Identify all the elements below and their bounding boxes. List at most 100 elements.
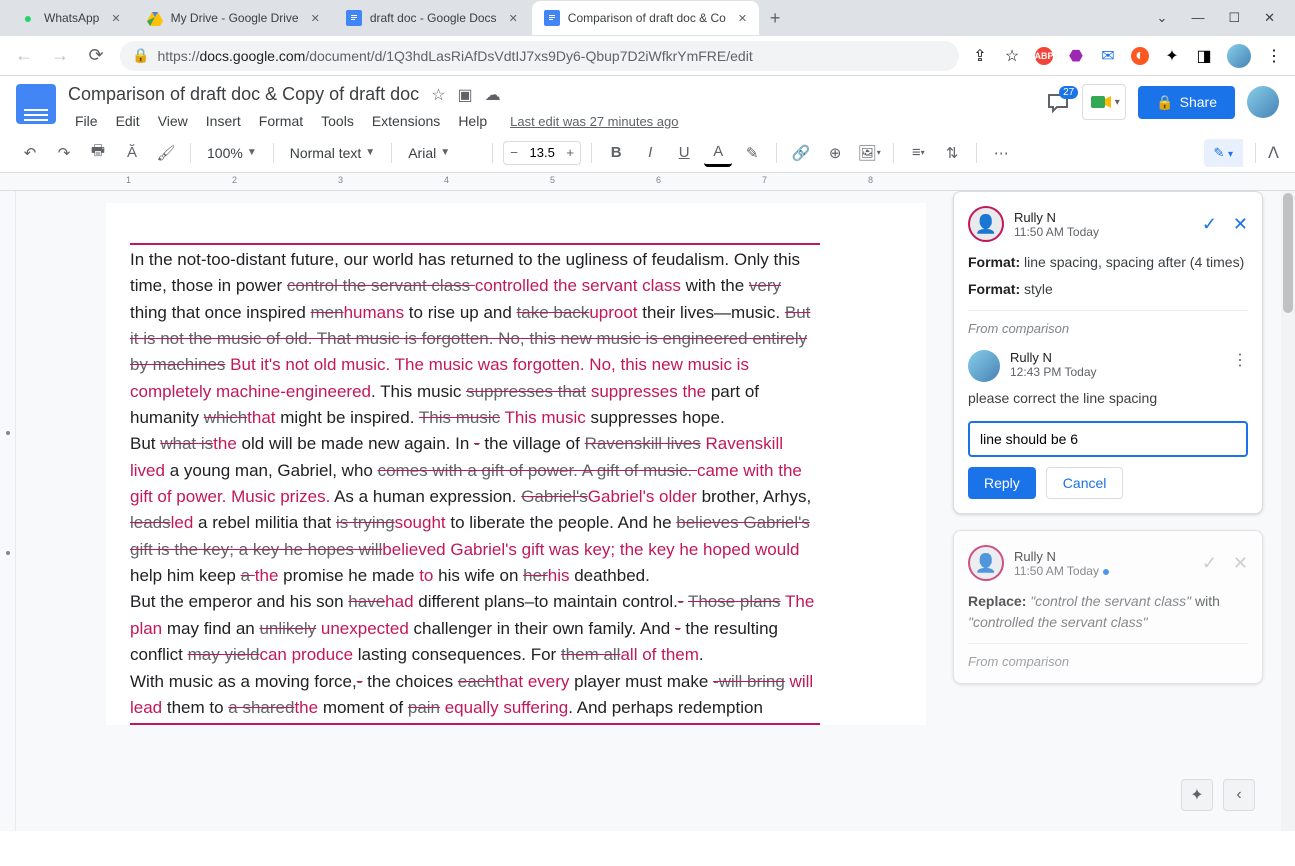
lock-icon: 🔒 [132,47,149,64]
close-icon[interactable]: ✕ [738,12,747,25]
decrease-font-button[interactable]: − [504,145,524,160]
profile-avatar[interactable] [1227,44,1251,68]
docs-icon [544,10,560,26]
font-size-input[interactable] [524,145,560,160]
menu-help[interactable]: Help [451,109,494,133]
cloud-icon[interactable]: ☁ [485,85,501,105]
menu-file[interactable]: File [68,109,105,133]
font-size-control[interactable]: − + [503,141,581,165]
menu-insert[interactable]: Insert [199,109,248,133]
extensions-icon[interactable]: ✦ [1163,47,1181,65]
show-side-panel-button[interactable]: ‹ [1223,779,1255,811]
ruler[interactable]: 12345678 [0,173,1295,191]
avatar [968,350,1000,382]
last-edit-link[interactable]: Last edit was 27 minutes ago [510,114,678,129]
avatar: 👤 [968,545,1004,581]
close-icon[interactable]: ✕ [311,12,320,25]
tab-comparison-doc[interactable]: Comparison of draft doc & Co ✕ [532,1,759,35]
meet-button[interactable]: ▾ [1082,84,1126,120]
more-button[interactable]: ⋯ [987,139,1015,167]
menu-view[interactable]: View [151,109,195,133]
tab-drive[interactable]: My Drive - Google Drive ✕ [135,1,332,35]
highlight-button[interactable]: ✎ [738,139,766,167]
menu-extensions[interactable]: Extensions [365,109,447,133]
menu-icon[interactable]: ⋮ [1265,47,1283,65]
account-avatar[interactable] [1247,86,1279,118]
menu-tools[interactable]: Tools [314,109,361,133]
star-icon[interactable]: ☆ [431,85,445,105]
cancel-button[interactable]: Cancel [1046,467,1124,499]
undo-button[interactable]: ↶ [16,139,44,167]
explore-button[interactable]: ✦ [1181,779,1213,811]
close-icon[interactable]: ✕ [509,12,518,25]
paint-format-button[interactable]: 🖌 [152,139,180,167]
chevron-down-icon[interactable]: ⌄ [1157,10,1168,26]
suggestion-card[interactable]: 👤 Rully N 11:50 AM Today ✓ ✕ Replace: "c… [953,530,1263,684]
reply-input[interactable] [968,421,1248,457]
share-page-icon[interactable]: ⇪ [971,47,989,65]
address-bar[interactable]: 🔒 https://docs.google.com/document/d/1Q3… [120,41,959,71]
avatar: 👤 [968,206,1004,242]
maximize-icon[interactable]: ☐ [1228,10,1240,26]
accept-icon[interactable]: ✓ [1202,553,1217,574]
document-body[interactable]: In the not-too-distant future, our world… [130,243,820,725]
reply-button[interactable]: Reply [968,467,1036,499]
image-button[interactable]: 🖼▾ [855,139,883,167]
menu-bar: FileEditViewInsertFormatToolsExtensionsH… [68,109,1034,133]
line-spacing-button[interactable]: ⇅ [938,139,966,167]
outline-gutter [0,191,16,831]
print-button[interactable]: 🖶 [84,139,112,167]
comment-button[interactable]: ⊕ [821,139,849,167]
kebab-icon[interactable]: ⋮ [1232,350,1248,382]
mail-icon[interactable]: ✉ [1099,47,1117,65]
redo-button[interactable]: ↷ [50,139,78,167]
italic-button[interactable]: I [636,139,664,167]
extension-icon[interactable]: ◐ [1131,47,1149,65]
underline-button[interactable]: U [670,139,698,167]
move-icon[interactable]: ▣ [458,85,473,105]
scrollbar[interactable] [1281,191,1295,831]
document-title[interactable]: Comparison of draft doc & Copy of draft … [68,84,419,105]
browser-tab-bar: ● WhatsApp ✕ My Drive - Google Drive ✕ d… [0,0,1295,36]
comment-history-button[interactable]: 27 [1046,90,1070,114]
link-button[interactable]: 🔗 [787,139,815,167]
adblock-icon[interactable]: ABP [1035,47,1053,65]
unread-dot-icon [1103,569,1109,575]
bold-button[interactable]: B [602,139,630,167]
minimize-icon[interactable]: — [1191,10,1204,26]
share-button[interactable]: 🔒 Share [1138,86,1235,119]
menu-format[interactable]: Format [252,109,310,133]
close-icon[interactable]: ✕ [111,12,120,25]
docs-logo[interactable] [16,84,56,124]
whatsapp-icon: ● [20,10,36,26]
menu-edit[interactable]: Edit [109,109,147,133]
sidepanel-icon[interactable]: ◨ [1195,47,1213,65]
reject-icon[interactable]: ✕ [1233,553,1248,574]
accept-icon[interactable]: ✓ [1202,214,1217,235]
reload-button[interactable]: ⟳ [84,45,108,66]
document-page[interactable]: In the not-too-distant future, our world… [106,203,926,725]
drive-icon [147,10,163,26]
tab-whatsapp[interactable]: ● WhatsApp ✕ [8,1,133,35]
close-window-icon[interactable]: ✕ [1264,10,1275,26]
zoom-select[interactable]: 100%▼ [201,145,263,161]
tab-draft-doc[interactable]: draft doc - Google Docs ✕ [334,1,530,35]
text-color-button[interactable]: A [704,139,732,167]
spellcheck-button[interactable]: Ă [118,139,146,167]
collapse-button[interactable]: ᐱ [1268,143,1279,163]
toolbar: ↶ ↷ 🖶 Ă 🖌 100%▼ Normal text▼ Arial▼ − + … [0,133,1295,173]
lock-icon: 🔒 [1156,94,1173,111]
suggestion-card[interactable]: 👤 Rully N 11:50 AM Today ✓ ✕ Format: lin… [953,191,1263,514]
align-button[interactable]: ≡▾ [904,139,932,167]
style-select[interactable]: Normal text▼ [284,145,381,161]
extension-icon[interactable]: ⬣ [1067,47,1085,65]
increase-font-button[interactable]: + [560,145,580,160]
back-button[interactable]: ← [12,45,36,66]
star-icon[interactable]: ☆ [1003,47,1021,65]
forward-button[interactable]: → [48,45,72,66]
font-select[interactable]: Arial▼ [402,145,482,161]
new-tab-button[interactable]: + [761,4,789,32]
editing-mode-button[interactable]: ✎ ▾ [1204,139,1244,167]
reject-icon[interactable]: ✕ [1233,214,1248,235]
docs-icon [346,10,362,26]
